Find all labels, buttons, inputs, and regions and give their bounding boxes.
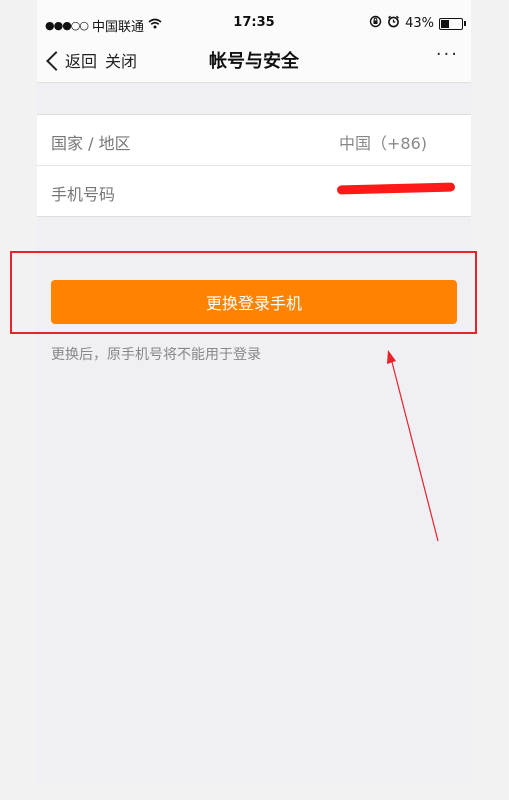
annotation-arrow <box>387 350 439 542</box>
